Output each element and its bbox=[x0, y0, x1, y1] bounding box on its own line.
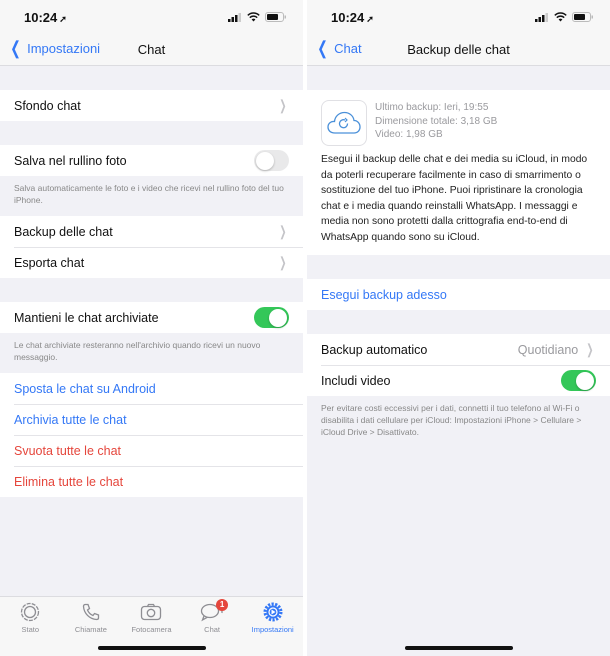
battery-icon bbox=[572, 12, 593, 22]
status-bar: 10:24 ➚ bbox=[307, 0, 610, 34]
backup-chats-label: Backup delle chat bbox=[14, 224, 113, 239]
wallpaper-row[interactable]: Sfondo chat ❯ bbox=[0, 90, 303, 121]
delete-all-row[interactable]: Elimina tutte le chat bbox=[0, 466, 303, 497]
battery-icon bbox=[265, 12, 286, 22]
keep-archived-row: Mantieni le chat archiviate bbox=[0, 302, 303, 333]
camera-icon bbox=[141, 603, 162, 621]
status-icons bbox=[228, 12, 287, 22]
tab-label: Fotocamera bbox=[131, 625, 172, 634]
home-indicator bbox=[97, 646, 206, 650]
chat-backup-screen: 10:24 ➚ ❮ Chat Backup delle chat Ultimo ba… bbox=[307, 0, 610, 656]
chevron-right-icon: ❯ bbox=[586, 341, 594, 357]
chevron-right-icon: ❯ bbox=[279, 97, 287, 113]
backup-info-card: Ultimo backup: Ieri, 19:55 Dimensione to… bbox=[307, 90, 610, 255]
archive-all-row[interactable]: Archivia tutte le chat bbox=[0, 404, 303, 435]
icloud-backup-icon bbox=[321, 100, 367, 146]
signal-icon bbox=[535, 12, 548, 22]
clear-all-label: Svuota tutte le chat bbox=[14, 443, 122, 458]
tab-label: Impostazioni bbox=[251, 625, 294, 634]
export-chat-label: Esporta chat bbox=[14, 255, 85, 270]
archive-all-label: Archivia tutte le chat bbox=[14, 412, 127, 427]
home-indicator bbox=[404, 646, 513, 650]
wallpaper-group: Sfondo chat ❯ bbox=[0, 90, 303, 121]
tab-label: Stato bbox=[21, 625, 40, 634]
tab-bar: Stato Chiamate Fotocamera 1 Chat Imposta… bbox=[0, 596, 303, 656]
status-icons bbox=[535, 12, 594, 22]
tab-calls[interactable]: Chiamate bbox=[62, 601, 120, 634]
backup-description: Esegui il backup delle chat e dei media … bbox=[321, 154, 588, 243]
delete-all-label: Elimina tutte le chat bbox=[14, 474, 124, 489]
status-time: 10:24 ➚ bbox=[331, 10, 374, 25]
wifi-icon bbox=[247, 12, 260, 22]
time-text: 10:24 bbox=[24, 10, 58, 25]
include-video-row: Includi video bbox=[307, 365, 610, 396]
keep-archived-label: Mantieni le chat archiviate bbox=[14, 310, 159, 325]
tab-camera[interactable]: Fotocamera bbox=[122, 601, 180, 634]
include-video-label: Includi video bbox=[321, 373, 391, 388]
last-backup-text: Ultimo backup: Ieri, 19:55 bbox=[375, 102, 489, 113]
save-photos-row: Salva nel rullino foto bbox=[0, 145, 303, 176]
clear-all-row[interactable]: Svuota tutte le chat bbox=[0, 435, 303, 466]
status-bar: 10:24 ➚ bbox=[0, 0, 303, 34]
nav-bar: ❮ Chat Backup delle chat bbox=[307, 34, 610, 66]
chat-settings-screen: 10:24 ➚ ❮ Impostazioni Chat Sfondo chat ❯ … bbox=[0, 0, 303, 656]
auto-backup-group: Backup automatico Quotidiano ❯ Includi v… bbox=[307, 334, 610, 396]
chevron-right-icon: ❯ bbox=[279, 254, 287, 270]
unread-badge: 1 bbox=[216, 599, 229, 611]
backup-chats-row[interactable]: Backup delle chat ❯ bbox=[0, 216, 303, 247]
wifi-icon bbox=[554, 12, 567, 22]
tab-label: Chat bbox=[204, 625, 220, 634]
backup-now-group: Esegui backup adesso bbox=[307, 279, 610, 310]
total-size-text: Dimensione totale: 3,18 GB bbox=[375, 115, 498, 127]
toggle-knob bbox=[256, 151, 274, 170]
move-to-android-label: Sposta le chat su Android bbox=[14, 381, 156, 396]
wallpaper-label: Sfondo chat bbox=[14, 98, 81, 113]
keep-archived-toggle[interactable] bbox=[254, 307, 289, 328]
include-video-toggle[interactable] bbox=[561, 370, 596, 391]
settings-gear-icon bbox=[263, 602, 283, 622]
video-size-text: Video: 1,98 GB bbox=[375, 129, 443, 140]
data-usage-footnote: Per evitare costi eccessivi per i dati, … bbox=[321, 403, 582, 437]
auto-backup-value: Quotidiano bbox=[517, 342, 579, 357]
status-icon bbox=[21, 602, 40, 622]
signal-icon bbox=[228, 12, 241, 22]
save-photos-group: Salva nel rullino foto bbox=[0, 145, 303, 176]
move-to-android-row[interactable]: Sposta le chat su Android bbox=[0, 373, 303, 404]
save-photos-toggle[interactable] bbox=[254, 150, 289, 171]
nav-bar: ❮ Impostazioni Chat bbox=[0, 34, 303, 66]
backup-now-button[interactable]: Esegui backup adesso bbox=[307, 279, 610, 310]
save-photos-label: Salva nel rullino foto bbox=[14, 153, 127, 168]
export-chat-row[interactable]: Esporta chat ❯ bbox=[0, 247, 303, 278]
backup-now-label: Esegui backup adesso bbox=[321, 287, 447, 302]
chevron-right-icon: ❯ bbox=[279, 223, 287, 239]
tab-status[interactable]: Stato bbox=[1, 601, 59, 634]
keep-archived-footnote: Le chat archiviate resteranno nell'archi… bbox=[14, 340, 261, 362]
backup-group: Backup delle chat ❯ Esporta chat ❯ bbox=[0, 216, 303, 278]
auto-backup-row[interactable]: Backup automatico Quotidiano ❯ bbox=[307, 334, 610, 365]
time-text: 10:24 bbox=[331, 10, 365, 25]
location-arrow-icon: ➚ bbox=[59, 14, 67, 24]
tab-label: Chiamate bbox=[74, 625, 107, 634]
toggle-knob bbox=[269, 308, 287, 327]
actions-group: Sposta le chat su Android Archivia tutte… bbox=[0, 373, 303, 497]
auto-backup-label: Backup automatico bbox=[321, 342, 428, 357]
location-arrow-icon: ➚ bbox=[366, 14, 374, 24]
toggle-knob bbox=[576, 371, 594, 390]
save-photos-footnote: Salva automaticamente le foto e i video … bbox=[14, 183, 284, 205]
status-time: 10:24 ➚ bbox=[24, 10, 67, 25]
tab-chat[interactable]: 1 Chat bbox=[183, 599, 241, 634]
page-title: Chat bbox=[137, 42, 166, 57]
page-title: Backup delle chat bbox=[407, 42, 510, 57]
phone-icon bbox=[82, 603, 100, 621]
tab-settings[interactable]: Impostazioni bbox=[244, 601, 302, 634]
keep-archived-group: Mantieni le chat archiviate bbox=[0, 302, 303, 333]
